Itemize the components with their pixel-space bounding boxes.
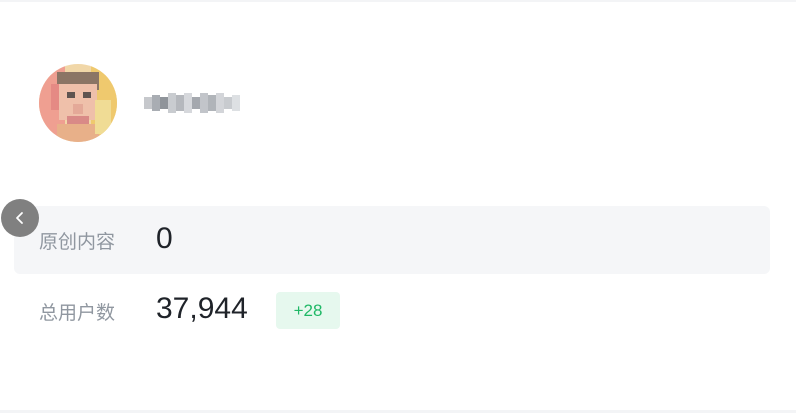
collapse-button[interactable] — [1, 199, 39, 237]
profile-header — [39, 64, 244, 142]
chevron-left-icon — [16, 212, 23, 224]
username-blurred — [144, 89, 244, 117]
avatar[interactable] — [39, 64, 117, 142]
total-users-delta-badge: +28 — [276, 292, 340, 329]
total-users-label: 总用户数 — [39, 302, 116, 324]
stat-row-original-content — [14, 206, 770, 274]
blurred-username-icon — [144, 93, 240, 113]
top-divider — [0, 0, 796, 2]
original-content-label: 原创内容 — [39, 231, 116, 253]
stats-panel: 原创内容 0 总用户数 37,944 +28 — [0, 0, 796, 413]
total-users-value: 37,944 — [156, 292, 248, 325]
original-content-value: 0 — [156, 222, 173, 255]
avatar-image — [39, 64, 117, 142]
